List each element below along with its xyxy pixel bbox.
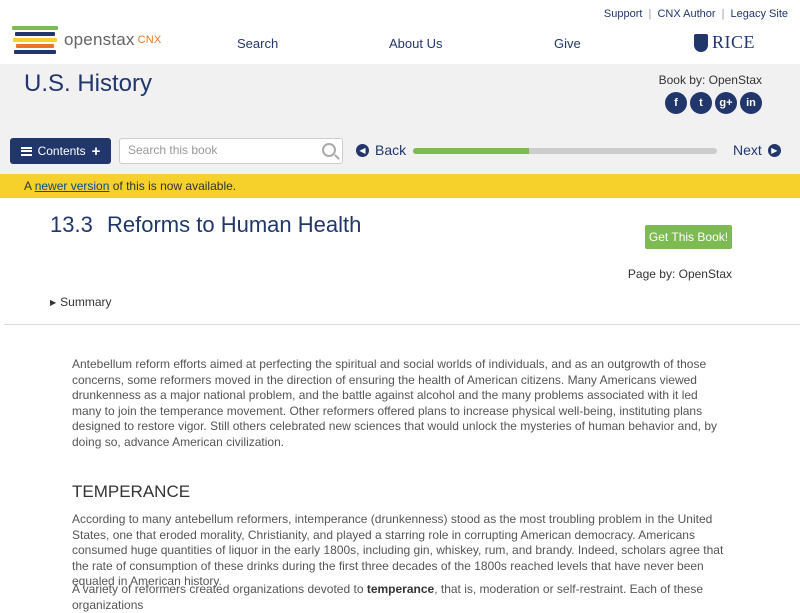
cnx-author-link[interactable]: CNX Author — [657, 8, 715, 20]
separator: | — [648, 8, 652, 20]
social-share: f t g+ in — [665, 92, 762, 114]
section-number: 13.3 — [50, 212, 93, 237]
book-progress-bar — [413, 148, 717, 154]
back-button[interactable]: ◀ Back — [356, 142, 406, 158]
newer-version-notice: A newer version of this is now available… — [0, 174, 800, 198]
book-search-input[interactable] — [120, 139, 321, 161]
logo-wordmark: openstax CNX — [64, 30, 162, 49]
arrow-left-icon: ◀ — [356, 143, 369, 157]
legacy-site-link[interactable]: Legacy Site — [731, 8, 788, 20]
next-button[interactable]: Next ▶ — [733, 142, 781, 158]
twitter-icon[interactable]: t — [690, 92, 712, 114]
divider — [4, 324, 800, 325]
intro-paragraph: Antebellum reform efforts aimed at perfe… — [72, 357, 718, 449]
key-term: temperance — [366, 582, 435, 596]
separator: | — [721, 8, 725, 20]
search-icon[interactable] — [322, 143, 336, 157]
book-header: U.S. History Book by: OpenStax f t g+ in — [0, 64, 800, 132]
rice-logo[interactable]: RICE — [694, 32, 755, 53]
nav-give[interactable]: Give — [554, 36, 581, 51]
openstax-logo[interactable]: openstax CNX — [12, 26, 161, 54]
temperance-paragraph-2: A variety of reformers created organizat… — [72, 582, 703, 612]
page-author: Page by: OpenStax — [627, 267, 732, 281]
nav-search[interactable]: Search — [237, 36, 278, 51]
contents-button[interactable]: Contents + — [10, 138, 111, 164]
plus-icon: + — [91, 142, 101, 160]
facebook-icon[interactable]: f — [665, 92, 687, 114]
list-icon — [20, 146, 32, 156]
progress-fill — [413, 148, 529, 154]
google-plus-icon[interactable]: g+ — [715, 92, 737, 114]
arrow-right-icon: ▶ — [767, 143, 781, 157]
section-heading-temperance: TEMPERANCE — [72, 482, 191, 501]
get-this-book-button[interactable]: Get This Book! — [645, 225, 732, 249]
book-title: U.S. History — [24, 70, 153, 97]
linkedin-icon[interactable]: in — [740, 92, 762, 114]
books-logo-icon — [12, 26, 58, 54]
page-title: Reforms to Human Health — [107, 212, 362, 237]
caret-right-icon: ▶ — [50, 297, 57, 307]
summary-toggle[interactable]: ▶ Summary — [50, 295, 112, 309]
newer-version-link[interactable]: newer version — [35, 179, 110, 193]
support-link[interactable]: Support — [604, 8, 643, 20]
temperance-paragraph: According to many antebellum reformers, … — [72, 512, 724, 588]
rice-shield-icon — [694, 33, 708, 52]
nav-about-us[interactable]: About Us — [389, 36, 442, 51]
book-search-box[interactable] — [119, 138, 343, 164]
book-author: Book by: OpenStax — [658, 73, 762, 87]
utility-links: Support | CNX Author | Legacy Site — [604, 8, 788, 20]
